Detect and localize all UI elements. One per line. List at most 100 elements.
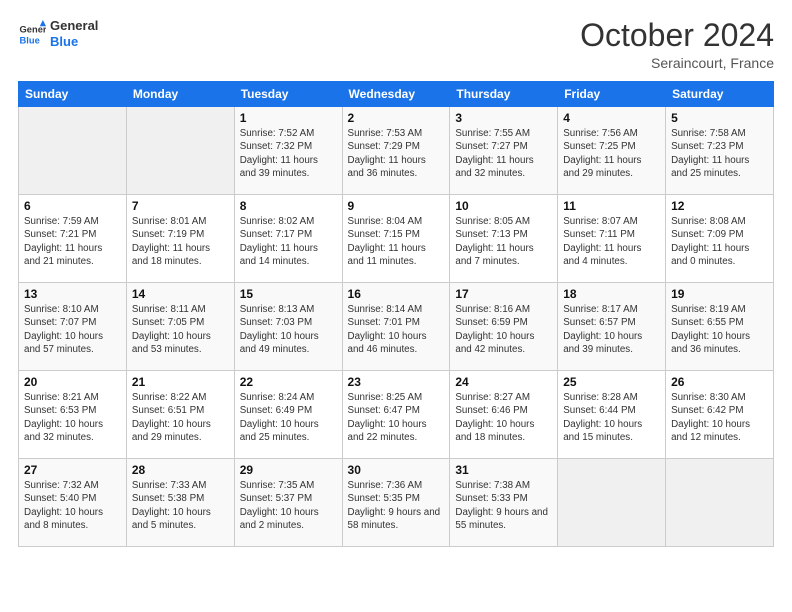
calendar-week-3: 13 Sunrise: 8:10 AMSunset: 7:07 PMDayligh… [19,283,774,371]
day-number: 14 [132,287,229,301]
day-info: Sunrise: 8:05 AMSunset: 7:13 PMDaylight:… [455,215,552,268]
day-info: Sunrise: 7:35 AMSunset: 5:37 PMDaylight:… [240,479,337,532]
day-number: 13 [24,287,121,301]
calendar-table: Sunday Monday Tuesday Wednesday Thursday… [18,81,774,547]
day-info: Sunrise: 8:07 AMSunset: 7:11 PMDaylight:… [563,215,660,268]
day-number: 12 [671,199,768,213]
day-number: 16 [348,287,445,301]
header-sunday: Sunday [19,82,127,107]
day-info: Sunrise: 8:08 AMSunset: 7:09 PMDaylight:… [671,215,768,268]
calendar-cell: 2Sunrise: 7:53 AMSunset: 7:29 PMDaylight… [342,107,450,195]
header-tuesday: Tuesday [234,82,342,107]
calendar-cell: 14Sunrise: 8:11 AMSunset: 7:05 PMDayligh… [126,283,234,371]
day-info: Sunrise: 8:19 AMSunset: 6:55 PMDaylight:… [671,303,768,356]
day-number: 10 [455,199,552,213]
day-info: Sunrise: 8:25 AMSunset: 6:47 PMDaylight:… [348,391,445,444]
day-number: 5 [671,111,768,125]
day-number: 23 [348,375,445,389]
calendar-cell: 13 Sunrise: 8:10 AMSunset: 7:07 PMDayligh… [19,283,127,371]
day-number: 26 [671,375,768,389]
day-number: 28 [132,463,229,477]
calendar-cell: 27 Sunrise: 7:32 AMSunset: 5:40 PMDayligh… [19,459,127,547]
day-number: 17 [455,287,552,301]
logo: General Blue General Blue [18,18,98,49]
day-number: 21 [132,375,229,389]
calendar-cell: 8Sunrise: 8:02 AMSunset: 7:17 PMDaylight… [234,195,342,283]
calendar-cell [558,459,666,547]
day-number: 2 [348,111,445,125]
day-info: Sunrise: 8:10 AMSunset: 7:07 PMDaylight:… [24,303,121,356]
calendar-header: Sunday Monday Tuesday Wednesday Thursday… [19,82,774,107]
svg-text:Blue: Blue [20,35,40,45]
calendar-week-4: 20Sunrise: 8:21 AMSunset: 6:53 PMDayligh… [19,371,774,459]
calendar-cell: 11 Sunrise: 8:07 AMSunset: 7:11 PMDayligh… [558,195,666,283]
header-row: Sunday Monday Tuesday Wednesday Thursday… [19,82,774,107]
day-info: Sunrise: 8:17 AMSunset: 6:57 PMDaylight:… [563,303,660,356]
day-number: 29 [240,463,337,477]
calendar-cell: 16Sunrise: 8:14 AMSunset: 7:01 PMDayligh… [342,283,450,371]
day-info: Sunrise: 8:30 AMSunset: 6:42 PMDaylight:… [671,391,768,444]
calendar-week-1: 1Sunrise: 7:52 AMSunset: 7:32 PMDaylight… [19,107,774,195]
calendar-cell: 5 Sunrise: 7:58 AMSunset: 7:23 PMDaylight… [666,107,774,195]
calendar-cell: 28 Sunrise: 7:33 AMSunset: 5:38 PMDayligh… [126,459,234,547]
day-info: Sunrise: 7:58 AMSunset: 7:23 PMDaylight:… [671,127,768,180]
day-info: Sunrise: 8:24 AMSunset: 6:49 PMDaylight:… [240,391,337,444]
calendar-cell: 12 Sunrise: 8:08 AMSunset: 7:09 PMDayligh… [666,195,774,283]
header-friday: Friday [558,82,666,107]
day-number: 4 [563,111,660,125]
header-thursday: Thursday [450,82,558,107]
calendar-cell: 9Sunrise: 8:04 AMSunset: 7:15 PMDaylight… [342,195,450,283]
day-number: 27 [24,463,121,477]
day-number: 1 [240,111,337,125]
day-number: 24 [455,375,552,389]
day-number: 20 [24,375,121,389]
calendar-week-5: 27 Sunrise: 7:32 AMSunset: 5:40 PMDayligh… [19,459,774,547]
day-number: 31 [455,463,552,477]
day-info: Sunrise: 7:56 AMSunset: 7:25 PMDaylight:… [563,127,660,180]
calendar-cell: 22 Sunrise: 8:24 AMSunset: 6:49 PMDayligh… [234,371,342,459]
logo-line1: General [50,18,98,34]
page-header: General Blue General Blue October 2024 S… [18,18,774,71]
day-number: 9 [348,199,445,213]
calendar-cell: 17 Sunrise: 8:16 AMSunset: 6:59 PMDayligh… [450,283,558,371]
calendar-body: 1Sunrise: 7:52 AMSunset: 7:32 PMDaylight… [19,107,774,547]
header-wednesday: Wednesday [342,82,450,107]
calendar-cell: 19 Sunrise: 8:19 AMSunset: 6:55 PMDayligh… [666,283,774,371]
day-number: 11 [563,199,660,213]
day-info: Sunrise: 7:59 AMSunset: 7:21 PMDaylight:… [24,215,121,268]
day-number: 7 [132,199,229,213]
day-info: Sunrise: 8:01 AMSunset: 7:19 PMDaylight:… [132,215,229,268]
calendar-cell: 7 Sunrise: 8:01 AMSunset: 7:19 PMDaylight… [126,195,234,283]
day-number: 25 [563,375,660,389]
calendar-cell: 4 Sunrise: 7:56 AMSunset: 7:25 PMDaylight… [558,107,666,195]
calendar-cell: 15Sunrise: 8:13 AMSunset: 7:03 PMDayligh… [234,283,342,371]
day-number: 18 [563,287,660,301]
title-area: October 2024 Seraincourt, France [580,18,774,71]
calendar-cell [19,107,127,195]
calendar-cell: 3 Sunrise: 7:55 AMSunset: 7:27 PMDaylight… [450,107,558,195]
day-info: Sunrise: 7:32 AMSunset: 5:40 PMDaylight:… [24,479,121,532]
day-info: Sunrise: 7:33 AMSunset: 5:38 PMDaylight:… [132,479,229,532]
day-number: 3 [455,111,552,125]
day-info: Sunrise: 8:27 AMSunset: 6:46 PMDaylight:… [455,391,552,444]
day-info: Sunrise: 8:28 AMSunset: 6:44 PMDaylight:… [563,391,660,444]
subtitle: Seraincourt, France [580,55,774,71]
month-title: October 2024 [580,18,774,53]
logo-icon: General Blue [18,20,46,48]
day-info: Sunrise: 8:13 AMSunset: 7:03 PMDaylight:… [240,303,337,356]
day-number: 6 [24,199,121,213]
day-info: Sunrise: 7:38 AMSunset: 5:33 PMDaylight:… [455,479,552,532]
day-info: Sunrise: 8:02 AMSunset: 7:17 PMDaylight:… [240,215,337,268]
header-monday: Monday [126,82,234,107]
calendar-cell: 6 Sunrise: 7:59 AMSunset: 7:21 PMDaylight… [19,195,127,283]
day-info: Sunrise: 8:22 AMSunset: 6:51 PMDaylight:… [132,391,229,444]
day-number: 19 [671,287,768,301]
calendar-cell: 25 Sunrise: 8:28 AMSunset: 6:44 PMDayligh… [558,371,666,459]
calendar-cell: 26 Sunrise: 8:30 AMSunset: 6:42 PMDayligh… [666,371,774,459]
calendar-cell [666,459,774,547]
calendar-cell: 21 Sunrise: 8:22 AMSunset: 6:51 PMDayligh… [126,371,234,459]
day-number: 22 [240,375,337,389]
day-info: Sunrise: 7:55 AMSunset: 7:27 PMDaylight:… [455,127,552,180]
day-info: Sunrise: 8:16 AMSunset: 6:59 PMDaylight:… [455,303,552,356]
day-number: 30 [348,463,445,477]
